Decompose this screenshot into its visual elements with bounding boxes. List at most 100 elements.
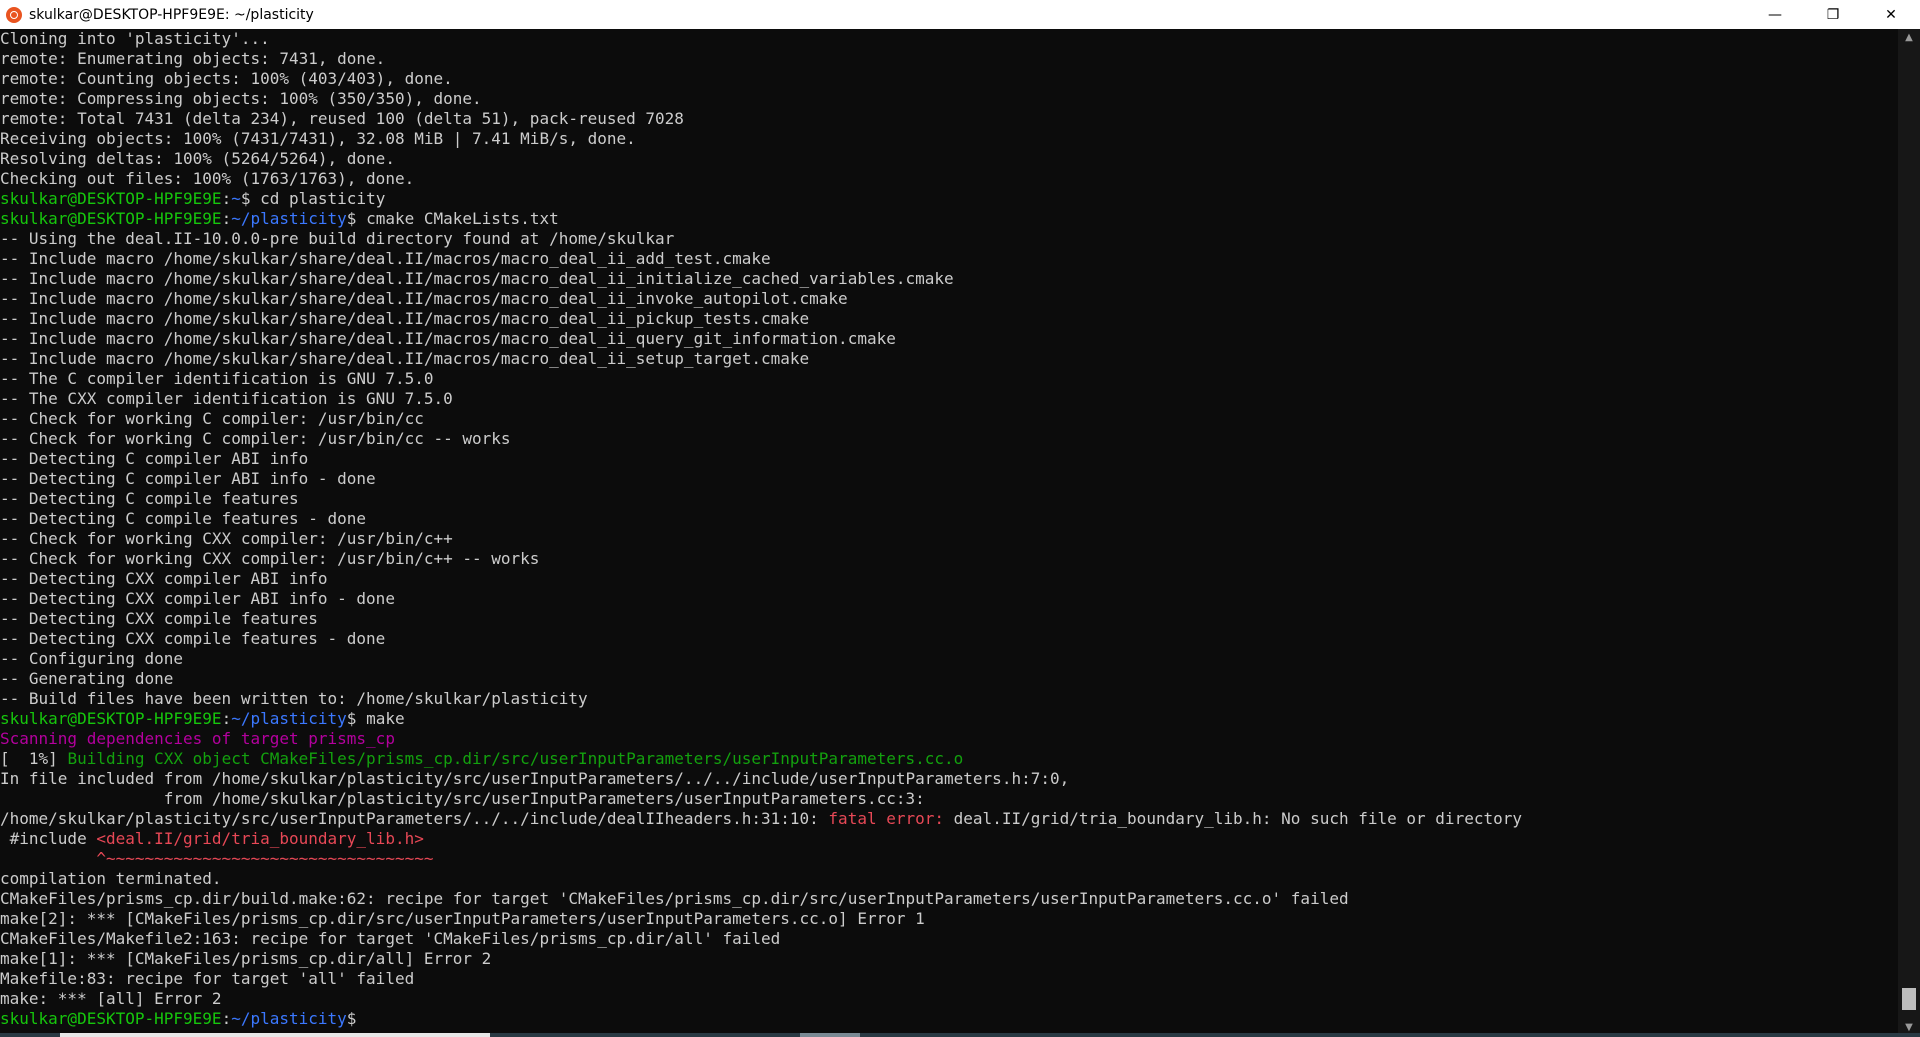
terminal-text: -- Detecting C compiler ABI info xyxy=(0,449,309,468)
terminal-line: -- Using the deal.II-10.0.0-pre build di… xyxy=(0,229,1898,249)
terminal-line: Makefile:83: recipe for target 'all' fai… xyxy=(0,969,1898,989)
terminal-text: $ xyxy=(346,1009,357,1028)
terminal-text: -- Detecting CXX compile features - done xyxy=(0,629,386,648)
terminal-text: -- Detecting CXX compiler ABI info - don… xyxy=(0,589,395,608)
terminal-text: : xyxy=(221,209,232,228)
terminal-text: -- Detecting CXX compile features xyxy=(0,609,318,628)
terminal-text: -- Include macro /home/skulkar/share/dea… xyxy=(0,269,954,288)
window-title: skulkar@DESKTOP-HPF9E9E: ~/plasticity xyxy=(29,6,314,23)
terminal-text: compilation terminated. xyxy=(0,869,222,888)
terminal-text: skulkar@DESKTOP-HPF9E9E xyxy=(0,1009,222,1028)
terminal-line: -- Include macro /home/skulkar/share/dea… xyxy=(0,289,1898,309)
terminal-text: make[1]: *** [CMakeFiles/prisms_cp.dir/a… xyxy=(0,949,492,968)
terminal-text: make[2]: *** [CMakeFiles/prisms_cp.dir/s… xyxy=(0,909,925,928)
terminal-text: ^~~~~~~~~~~~~~~~~~~~~~~~~~~~~~~~~~~ xyxy=(0,849,434,868)
terminal-text: -- Check for working C compiler: /usr/bi… xyxy=(0,409,424,428)
terminal-line: -- Check for working C compiler: /usr/bi… xyxy=(0,409,1898,429)
terminal-line: Receiving objects: 100% (7431/7431), 32.… xyxy=(0,129,1898,149)
terminal-text: skulkar@DESKTOP-HPF9E9E xyxy=(0,209,222,228)
terminal-line: remote: Enumerating objects: 7431, done. xyxy=(0,49,1898,69)
terminal-text: CMakeFiles/prisms_cp.dir/build.make:62: … xyxy=(0,889,1349,908)
terminal-line: make[1]: *** [CMakeFiles/prisms_cp.dir/a… xyxy=(0,949,1898,969)
terminal-line: compilation terminated. xyxy=(0,869,1898,889)
terminal-line: Scanning dependencies of target prisms_c… xyxy=(0,729,1898,749)
window-controls: — ❐ ✕ xyxy=(1746,0,1920,29)
terminal-text: -- Include macro /home/skulkar/share/dea… xyxy=(0,349,810,368)
terminal-text: Resolving deltas: 100% (5264/5264), done… xyxy=(0,149,395,168)
restore-icon: ❐ xyxy=(1826,6,1840,23)
terminal-line: remote: Compressing objects: 100% (350/3… xyxy=(0,89,1898,109)
terminal-text: -- Detecting C compile features xyxy=(0,489,299,508)
terminal-text: -- The C compiler identification is GNU … xyxy=(0,369,434,388)
terminal-text: -- Include macro /home/skulkar/share/dea… xyxy=(0,309,810,328)
terminal-text: Cloning into 'plasticity'... xyxy=(0,29,270,48)
terminal-text: -- Include macro /home/skulkar/share/dea… xyxy=(0,329,896,348)
terminal-text: ~/plasticity xyxy=(231,1009,347,1028)
restore-button[interactable]: ❐ xyxy=(1804,0,1862,29)
terminal-line: skulkar@DESKTOP-HPF9E9E:~/plasticity$ xyxy=(0,1009,1898,1029)
scroll-up-icon[interactable]: ▲ xyxy=(1898,29,1920,47)
terminal-text: : xyxy=(221,189,232,208)
terminal-text: CMakeFiles/Makefile2:163: recipe for tar… xyxy=(0,929,781,948)
terminal-line: -- Detecting C compiler ABI info xyxy=(0,449,1898,469)
terminal-line: -- Include macro /home/skulkar/share/dea… xyxy=(0,309,1898,329)
terminal-line: -- Check for working CXX compiler: /usr/… xyxy=(0,549,1898,569)
terminal-line: -- Include macro /home/skulkar/share/dea… xyxy=(0,249,1898,269)
terminal-text: Scanning dependencies of target prisms_c… xyxy=(0,729,395,748)
terminal-line: from /home/skulkar/plasticity/src/userIn… xyxy=(0,789,1898,809)
terminal-text: remote: Compressing objects: 100% (350/3… xyxy=(0,89,482,108)
terminal-text: from /home/skulkar/plasticity/src/userIn… xyxy=(0,789,925,808)
terminal-text: Receiving objects: 100% (7431/7431), 32.… xyxy=(0,129,636,148)
terminal-line: -- The C compiler identification is GNU … xyxy=(0,369,1898,389)
terminal-text: ~ xyxy=(231,189,241,208)
terminal-line: -- Build files have been written to: /ho… xyxy=(0,689,1898,709)
terminal-text: -- Detecting C compile features - done xyxy=(0,509,367,528)
scrollbar-thumb[interactable] xyxy=(1902,987,1916,1010)
terminal-text: -- Build files have been written to: /ho… xyxy=(0,689,588,708)
terminal-text: -- The CXX compiler identification is GN… xyxy=(0,389,453,408)
terminal-line: CMakeFiles/Makefile2:163: recipe for tar… xyxy=(0,929,1898,949)
terminal-line: -- Detecting C compile features - done xyxy=(0,509,1898,529)
terminal-line: -- Configuring done xyxy=(0,649,1898,669)
terminal-line: -- The CXX compiler identification is GN… xyxy=(0,389,1898,409)
terminal-line: -- Include macro /home/skulkar/share/dea… xyxy=(0,269,1898,289)
terminal-line: Checking out files: 100% (1763/1763), do… xyxy=(0,169,1898,189)
terminal-text: remote: Counting objects: 100% (403/403)… xyxy=(0,69,453,88)
terminal-text: fatal error: xyxy=(828,809,954,828)
terminal-text: Makefile:83: recipe for target 'all' fai… xyxy=(0,969,415,988)
terminal-text: deal.II/grid/tria_boundary_lib.h: No suc… xyxy=(953,809,1522,828)
terminal-text: -- Detecting CXX compiler ABI info xyxy=(0,569,328,588)
terminal-line: -- Include macro /home/skulkar/share/dea… xyxy=(0,349,1898,369)
title-bar: skulkar@DESKTOP-HPF9E9E: ~/plasticity — … xyxy=(0,0,1920,30)
terminal-text: $ cd plasticity xyxy=(240,189,386,208)
terminal-line: CMakeFiles/prisms_cp.dir/build.make:62: … xyxy=(0,889,1898,909)
terminal-output[interactable]: Cloning into 'plasticity'... remote: Enum… xyxy=(0,29,1898,1037)
terminal-text: skulkar@DESKTOP-HPF9E9E xyxy=(0,189,222,208)
terminal-text: : xyxy=(221,709,232,728)
terminal-text: $ cmake CMakeLists.txt xyxy=(346,209,559,228)
terminal-text: -- Include macro /home/skulkar/share/dea… xyxy=(0,289,848,308)
terminal-line: remote: Total 7431 (delta 234), reused 1… xyxy=(0,109,1898,129)
terminal-text: Building CXX object CMakeFiles/prisms_cp… xyxy=(67,749,964,768)
terminal-line: -- Detecting CXX compiler ABI info xyxy=(0,569,1898,589)
terminal-line: remote: Counting objects: 100% (403/403)… xyxy=(0,69,1898,89)
terminal-line: -- Generating done xyxy=(0,669,1898,689)
close-button[interactable]: ✕ xyxy=(1862,0,1920,29)
ubuntu-icon xyxy=(6,6,22,23)
terminal-line: In file included from /home/skulkar/plas… xyxy=(0,769,1898,789)
vertical-scrollbar[interactable]: ▲ ▼ xyxy=(1898,29,1920,1037)
terminal-line: [ 1%] Building CXX object CMakeFiles/pri… xyxy=(0,749,1898,769)
terminal-line: -- Include macro /home/skulkar/share/dea… xyxy=(0,329,1898,349)
terminal-line: Resolving deltas: 100% (5264/5264), done… xyxy=(0,149,1898,169)
terminal-text: ~/plasticity xyxy=(231,709,347,728)
terminal-line: -- Check for working C compiler: /usr/bi… xyxy=(0,429,1898,449)
terminal-line: Cloning into 'plasticity'... xyxy=(0,29,1898,49)
terminal-line: -- Detecting C compile features xyxy=(0,489,1898,509)
minimize-button[interactable]: — xyxy=(1746,0,1804,29)
terminal-text: skulkar@DESKTOP-HPF9E9E xyxy=(0,709,222,728)
terminal-line: make[2]: *** [CMakeFiles/prisms_cp.dir/s… xyxy=(0,909,1898,929)
taskbar-edge xyxy=(0,1033,1920,1037)
terminal-line: skulkar@DESKTOP-HPF9E9E:~/plasticity$ ma… xyxy=(0,709,1898,729)
terminal-text: $ make xyxy=(346,709,405,728)
terminal-text: -- Check for working CXX compiler: /usr/… xyxy=(0,529,453,548)
